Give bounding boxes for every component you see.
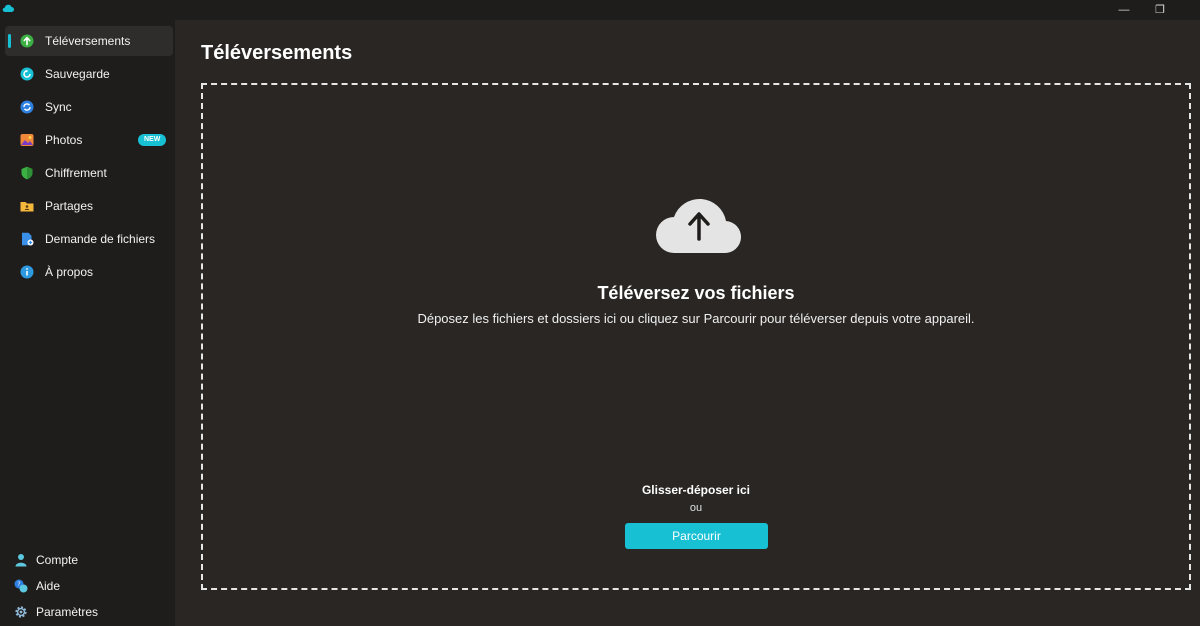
- sync-icon: [20, 100, 34, 114]
- shared-folder-icon: [20, 202, 34, 212]
- shield-icon: [21, 166, 33, 180]
- account-label: Compte: [36, 553, 79, 567]
- app-cloud-icon: [2, 4, 14, 13]
- sidebar-item-uploads[interactable]: Téléversements: [5, 26, 173, 56]
- sidebar-item-encryption[interactable]: Chiffrement: [5, 158, 173, 188]
- upload-icon: [20, 34, 34, 48]
- upload-dropzone[interactable]: Téléversez vos fichiers Déposez les fich…: [201, 83, 1191, 590]
- help-label: Aide: [36, 579, 61, 593]
- dropzone-description: Déposez les fichiers et dossiers ici ou …: [417, 311, 975, 326]
- drag-drop-label: Glisser-déposer ici: [641, 483, 751, 497]
- cloud-upload-icon: [656, 198, 742, 254]
- or-label: ou: [689, 502, 703, 514]
- sidebar-item-label: Sauvegarde: [45, 67, 110, 81]
- settings-label: Paramètres: [36, 605, 99, 619]
- settings-button[interactable]: Paramètres: [14, 602, 98, 622]
- active-indicator: [8, 34, 11, 48]
- browse-button[interactable]: Parcourir: [625, 523, 768, 549]
- new-badge: NEW: [138, 134, 167, 146]
- gear-icon: [15, 606, 27, 618]
- backup-icon: [20, 67, 34, 81]
- info-icon: [20, 265, 34, 279]
- sidebar-item-label: Téléversements: [45, 34, 131, 48]
- sidebar-item-label: Photos: [45, 133, 83, 147]
- sidebar-item-photos[interactable]: Photos NEW: [5, 125, 173, 155]
- title-bar: — ❐: [0, 0, 1200, 20]
- sidebar-item-label: Demande de fichiers: [45, 232, 156, 246]
- account-icon: [15, 554, 27, 567]
- main-panel: Téléversements Téléversez vos fichiers D…: [175, 20, 1200, 626]
- dropzone-heading: Téléversez vos fichiers: [597, 283, 795, 303]
- sidebar: Téléversements Sauvegarde Sync Photos NE…: [0, 20, 175, 626]
- help-icon: ?: [14, 579, 28, 593]
- sidebar-item-file-request[interactable]: Demande de fichiers: [5, 224, 173, 254]
- sidebar-item-label: Chiffrement: [45, 166, 107, 180]
- minimize-button[interactable]: —: [1114, 2, 1134, 18]
- photos-icon: [20, 134, 34, 146]
- sidebar-item-shares[interactable]: Partages: [5, 191, 173, 221]
- sidebar-item-backup[interactable]: Sauvegarde: [5, 59, 173, 89]
- account-button[interactable]: Compte: [14, 550, 78, 570]
- page-title: Téléversements: [201, 42, 353, 64]
- sidebar-item-about[interactable]: À propos: [5, 257, 173, 287]
- maximize-button[interactable]: ❐: [1150, 2, 1170, 18]
- sidebar-item-sync[interactable]: Sync: [5, 92, 173, 122]
- help-button[interactable]: ? Aide: [14, 576, 60, 596]
- svg-text:?: ?: [17, 581, 20, 588]
- sidebar-item-label: Partages: [45, 199, 94, 213]
- sidebar-item-label: À propos: [45, 265, 94, 279]
- sidebar-item-label: Sync: [45, 100, 72, 114]
- file-request-icon: [22, 232, 34, 246]
